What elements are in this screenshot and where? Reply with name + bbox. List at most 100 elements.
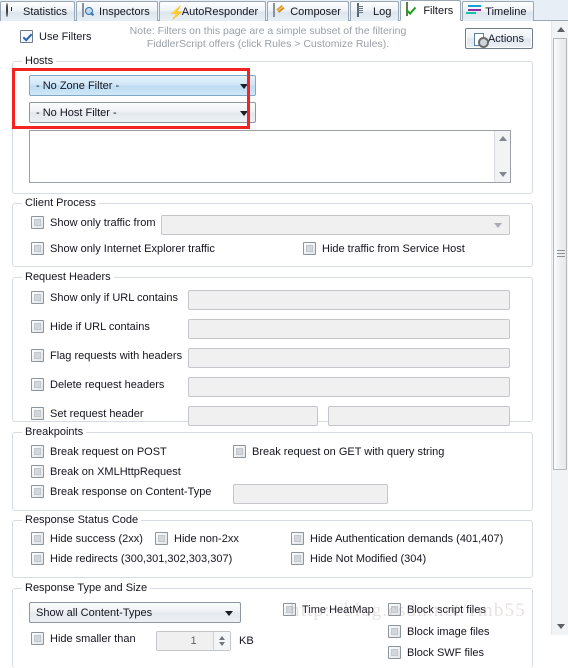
hide-success-checkbox[interactable] — [31, 532, 44, 545]
hide-url-contains-input[interactable] — [188, 319, 510, 339]
hide-url-contains-checkbox[interactable] — [31, 320, 44, 333]
scroll-up-icon[interactable] — [498, 136, 507, 141]
scroll-down-button[interactable] — [552, 618, 568, 635]
filters-note-line2: FiddlerScript offers (click Rules > Cust… — [146, 38, 390, 50]
show-only-url-contains-label: Show only if URL contains — [50, 291, 178, 304]
response-type-group: Response Type and Size Show all Content-… — [12, 582, 533, 668]
breakpoints-group-title: Breakpoints — [22, 426, 87, 438]
tab-filters[interactable]: Filters — [400, 0, 462, 21]
actions-button[interactable]: Actions — [465, 28, 533, 49]
block-swf-files-checkbox[interactable] — [388, 646, 401, 659]
hide-smaller-than-row[interactable]: Hide smaller than — [31, 632, 136, 645]
block-image-files-row[interactable]: Block image files — [388, 625, 490, 638]
break-response-content-type-checkbox[interactable] — [31, 485, 44, 498]
chevron-down-icon — [240, 110, 248, 116]
tab-log[interactable]: Log — [349, 1, 400, 21]
show-only-ie-traffic-checkbox[interactable] — [31, 242, 44, 255]
flag-requests-with-headers-row[interactable]: Flag requests with headers — [31, 349, 182, 362]
stepper-up-icon[interactable] — [218, 636, 225, 640]
hide-auth-demands-checkbox[interactable] — [291, 532, 304, 545]
break-request-get-checkbox[interactable] — [233, 445, 246, 458]
delete-request-headers-row[interactable]: Delete request headers — [31, 378, 164, 391]
hide-success-row[interactable]: Hide success (2xx) — [31, 532, 143, 545]
flag-requests-with-headers-label: Flag requests with headers — [50, 349, 183, 362]
hide-non2xx-row[interactable]: Hide non-2xx — [155, 532, 239, 545]
hide-url-contains-row[interactable]: Hide if URL contains — [31, 320, 150, 333]
set-request-header-row[interactable]: Set request header — [31, 407, 144, 420]
break-request-get-row[interactable]: Break request on GET with query string — [233, 445, 444, 458]
hide-smaller-than-label: Hide smaller than — [50, 632, 136, 645]
hide-redirects-row[interactable]: Hide redirects (300,301,302,303,307) — [31, 552, 232, 565]
delete-request-headers-checkbox[interactable] — [31, 378, 44, 391]
scroll-up-icon — [556, 27, 565, 32]
time-heatmap-row[interactable]: Time HeatMap — [283, 603, 374, 616]
hide-smaller-than-stepper[interactable]: 1 — [156, 631, 231, 651]
show-only-url-contains-row[interactable]: Show only if URL contains — [31, 291, 178, 304]
set-request-header-name-input[interactable] — [188, 406, 318, 426]
use-filters-checkbox[interactable] — [20, 30, 33, 43]
break-xhr-row[interactable]: Break on XMLHttpRequest — [31, 465, 181, 478]
tab-statistics[interactable]: Statistics — [0, 1, 76, 21]
break-xhr-checkbox[interactable] — [31, 465, 44, 478]
time-heatmap-checkbox[interactable] — [283, 603, 296, 616]
tab-timeline[interactable]: Timeline — [462, 1, 535, 21]
show-only-ie-traffic-row[interactable]: Show only Internet Explorer traffic — [31, 242, 215, 255]
set-request-header-checkbox[interactable] — [31, 407, 44, 420]
host-filter-dropdown[interactable]: - No Host Filter - — [29, 102, 256, 123]
hide-redirects-checkbox[interactable] — [31, 552, 44, 565]
response-type-group-title: Response Type and Size — [22, 582, 151, 594]
break-request-get-label: Break request on GET with query string — [252, 445, 445, 458]
panel-scrollbar[interactable] — [551, 21, 568, 635]
hosts-group: Hosts - No Zone Filter - - No Host Filte… — [12, 55, 533, 194]
hide-service-host-checkbox[interactable] — [303, 242, 316, 255]
break-response-content-type-row[interactable]: Break response on Content-Type — [31, 485, 211, 498]
bolt-icon: ⚡ — [168, 5, 185, 20]
client-process-group: Client Process Show only traffic from Sh… — [12, 197, 533, 267]
show-only-url-contains-checkbox[interactable] — [31, 291, 44, 304]
block-script-files-row[interactable]: Block script files — [388, 603, 486, 616]
scroll-up-button[interactable] — [552, 21, 568, 38]
block-image-files-checkbox[interactable] — [388, 625, 401, 638]
flag-requests-with-headers-checkbox[interactable] — [31, 349, 44, 362]
show-only-traffic-from-checkbox[interactable] — [31, 216, 44, 229]
scroll-down-icon[interactable] — [498, 172, 507, 177]
client-process-dropdown[interactable] — [161, 215, 510, 235]
hide-service-host-row[interactable]: Hide traffic from Service Host — [303, 242, 465, 255]
pencil-icon — [272, 3, 287, 19]
scrollbar-grip-icon — [557, 250, 565, 258]
content-type-dropdown[interactable]: Show all Content-Types — [29, 602, 241, 623]
hide-not-modified-row[interactable]: Hide Not Modified (304) — [291, 552, 426, 565]
break-request-post-checkbox[interactable] — [31, 445, 44, 458]
break-response-content-type-input[interactable] — [233, 484, 388, 504]
block-script-files-checkbox[interactable] — [388, 603, 401, 616]
breakpoints-group: Breakpoints Break request on POST Break … — [12, 426, 533, 511]
show-only-traffic-from-row[interactable]: Show only traffic from — [31, 216, 156, 229]
tab-inspectors-label: Inspectors — [99, 5, 150, 18]
break-request-post-row[interactable]: Break request on POST — [31, 445, 167, 458]
hide-url-contains-label: Hide if URL contains — [50, 320, 150, 333]
hide-non2xx-checkbox[interactable] — [155, 532, 168, 545]
time-heatmap-label: Time HeatMap — [302, 603, 374, 616]
scrollbar-thumb[interactable] — [553, 38, 567, 470]
hide-not-modified-checkbox[interactable] — [291, 552, 304, 565]
filters-note: Note: Filters on this page are a simple … — [118, 25, 418, 51]
hide-smaller-than-checkbox[interactable] — [31, 632, 44, 645]
tab-inspectors[interactable]: Inspectors — [76, 1, 158, 21]
scroll-down-icon — [556, 624, 565, 629]
block-swf-files-row[interactable]: Block SWF files — [388, 646, 484, 659]
set-request-header-value-input[interactable] — [328, 406, 510, 426]
use-filters-row[interactable]: Use Filters — [20, 30, 92, 43]
delete-request-headers-input[interactable] — [188, 377, 510, 397]
hide-auth-demands-row[interactable]: Hide Authentication demands (401,407) — [291, 532, 503, 545]
zone-filter-dropdown[interactable]: - No Zone Filter - — [29, 75, 256, 96]
tab-composer[interactable]: Composer — [267, 1, 349, 21]
stepper-down-icon[interactable] — [218, 642, 225, 646]
hide-not-modified-label: Hide Not Modified (304) — [310, 552, 427, 565]
filters-header: Use Filters Note: Filters on this page a… — [0, 21, 545, 54]
tab-autoresponder[interactable]: ⚡ AutoResponder — [158, 1, 267, 21]
host-list-textarea[interactable] — [29, 130, 511, 183]
show-only-url-contains-input[interactable] — [188, 290, 510, 310]
host-list-scrollbar[interactable] — [494, 131, 510, 182]
magnifier-icon — [81, 3, 96, 19]
flag-requests-with-headers-input[interactable] — [188, 348, 510, 368]
